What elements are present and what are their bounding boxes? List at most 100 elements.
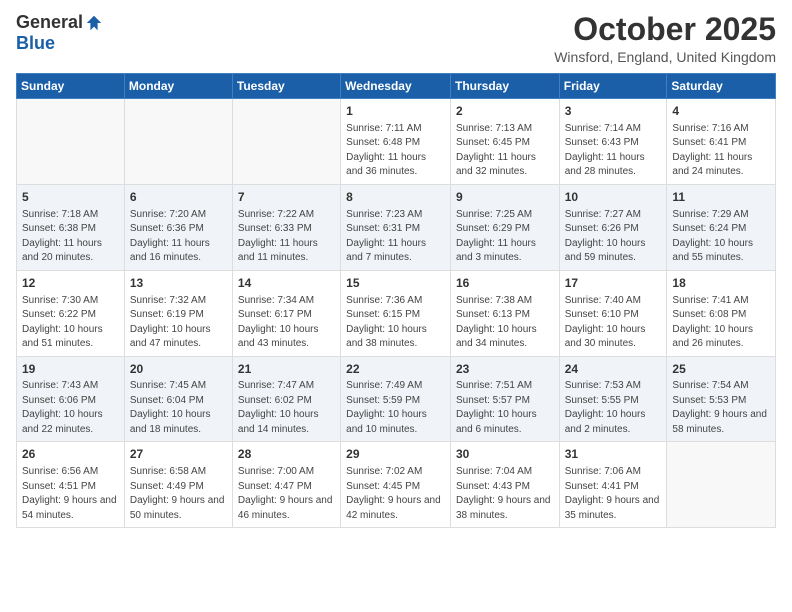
day-number: 12	[22, 275, 119, 292]
day-number: 17	[565, 275, 662, 292]
day-info: Sunrise: 7:32 AM Sunset: 6:19 PM Dayligh…	[130, 294, 227, 352]
day-cell: 4 Sunrise: 7:16 AM Sunset: 6:41 PM Daylig…	[667, 99, 776, 185]
header-friday: Friday	[559, 74, 667, 99]
day-info: Sunrise: 6:58 AM Sunset: 4:49 PM Dayligh…	[130, 465, 227, 523]
day-number: 31	[565, 446, 662, 463]
day-number: 2	[456, 103, 554, 120]
day-info: Sunrise: 7:22 AM Sunset: 6:33 PM Dayligh…	[238, 208, 335, 266]
day-cell: 23Sunrise: 7:51 AM Sunset: 5:57 PM Dayli…	[450, 356, 559, 442]
header-tuesday: Tuesday	[232, 74, 340, 99]
page: General Blue October 2025 Winsford, Engl…	[0, 0, 792, 612]
day-cell: 6 Sunrise: 7:20 AM Sunset: 6:36 PM Daylig…	[124, 184, 232, 270]
day-cell: 19Sunrise: 7:43 AM Sunset: 6:06 PM Dayli…	[17, 356, 125, 442]
header-row: Sunday Monday Tuesday Wednesday Thursday…	[17, 74, 776, 99]
day-cell: 13Sunrise: 7:32 AM Sunset: 6:19 PM Dayli…	[124, 270, 232, 356]
header-thursday: Thursday	[450, 74, 559, 99]
header-wednesday: Wednesday	[341, 74, 451, 99]
day-info: Sunrise: 7:11 AM Sunset: 6:48 PM Dayligh…	[346, 122, 445, 180]
day-number: 30	[456, 446, 554, 463]
day-cell: 14 Sunrise: 7:34 AM Sunset: 6:17 PM Dayli…	[232, 270, 340, 356]
day-cell: 24Sunrise: 7:53 AM Sunset: 5:55 PM Dayli…	[559, 356, 667, 442]
week-row-1: 1Sunrise: 7:11 AM Sunset: 6:48 PM Daylig…	[17, 99, 776, 185]
day-number: 23	[456, 361, 554, 378]
day-cell: 25Sunrise: 7:54 AM Sunset: 5:53 PM Dayli…	[667, 356, 776, 442]
day-cell: 9Sunrise: 7:25 AM Sunset: 6:29 PM Daylig…	[450, 184, 559, 270]
day-cell: 27 Sunrise: 6:58 AM Sunset: 4:49 PM Dayli…	[124, 442, 232, 528]
day-number: 28	[238, 446, 335, 463]
day-number: 14	[238, 275, 335, 292]
day-info: Sunrise: 7:27 AM Sunset: 6:26 PM Dayligh…	[565, 208, 662, 266]
day-number: 3	[565, 103, 662, 120]
day-cell: 21Sunrise: 7:47 AM Sunset: 6:02 PM Dayli…	[232, 356, 340, 442]
day-number: 16	[456, 275, 554, 292]
day-cell: 28 Sunrise: 7:00 AM Sunset: 4:47 PM Dayli…	[232, 442, 340, 528]
day-info: Sunrise: 7:20 AM Sunset: 6:36 PM Dayligh…	[130, 208, 227, 266]
day-cell	[232, 99, 340, 185]
day-number: 15	[346, 275, 445, 292]
day-info: Sunrise: 7:13 AM Sunset: 6:45 PM Dayligh…	[456, 122, 554, 180]
day-cell: 15 Sunrise: 7:36 AM Sunset: 6:15 PM Dayli…	[341, 270, 451, 356]
day-cell: 12Sunrise: 7:30 AM Sunset: 6:22 PM Dayli…	[17, 270, 125, 356]
header-saturday: Saturday	[667, 74, 776, 99]
logo: General Blue	[16, 12, 103, 54]
day-cell	[17, 99, 125, 185]
day-number: 22	[346, 361, 445, 378]
day-number: 7	[238, 189, 335, 206]
day-cell: 31Sunrise: 7:06 AM Sunset: 4:41 PM Dayli…	[559, 442, 667, 528]
day-number: 27	[130, 446, 227, 463]
day-number: 10	[565, 189, 662, 206]
day-number: 19	[22, 361, 119, 378]
day-number: 18	[672, 275, 770, 292]
week-row-2: 5 Sunrise: 7:18 AM Sunset: 6:38 PM Daylig…	[17, 184, 776, 270]
day-info: Sunrise: 7:36 AM Sunset: 6:15 PM Dayligh…	[346, 294, 445, 352]
day-number: 11	[672, 189, 770, 206]
day-cell: 26Sunrise: 6:56 AM Sunset: 4:51 PM Dayli…	[17, 442, 125, 528]
day-number: 21	[238, 361, 335, 378]
day-number: 6	[130, 189, 227, 206]
logo-general-text: General	[16, 12, 83, 33]
day-info: Sunrise: 7:18 AM Sunset: 6:38 PM Dayligh…	[22, 208, 119, 266]
day-number: 25	[672, 361, 770, 378]
week-row-4: 19Sunrise: 7:43 AM Sunset: 6:06 PM Dayli…	[17, 356, 776, 442]
day-info: Sunrise: 6:56 AM Sunset: 4:51 PM Dayligh…	[22, 465, 119, 523]
day-cell: 2 Sunrise: 7:13 AM Sunset: 6:45 PM Daylig…	[450, 99, 559, 185]
day-cell: 18Sunrise: 7:41 AM Sunset: 6:08 PM Dayli…	[667, 270, 776, 356]
day-cell: 16 Sunrise: 7:38 AM Sunset: 6:13 PM Dayli…	[450, 270, 559, 356]
day-number: 5	[22, 189, 119, 206]
day-info: Sunrise: 7:29 AM Sunset: 6:24 PM Dayligh…	[672, 208, 770, 266]
day-cell: 11 Sunrise: 7:29 AM Sunset: 6:24 PM Dayli…	[667, 184, 776, 270]
calendar: Sunday Monday Tuesday Wednesday Thursday…	[16, 73, 776, 528]
day-cell: 3Sunrise: 7:14 AM Sunset: 6:43 PM Daylig…	[559, 99, 667, 185]
day-info: Sunrise: 7:43 AM Sunset: 6:06 PM Dayligh…	[22, 379, 119, 437]
day-info: Sunrise: 7:02 AM Sunset: 4:45 PM Dayligh…	[346, 465, 445, 523]
day-cell: 30Sunrise: 7:04 AM Sunset: 4:43 PM Dayli…	[450, 442, 559, 528]
day-info: Sunrise: 7:45 AM Sunset: 6:04 PM Dayligh…	[130, 379, 227, 437]
day-info: Sunrise: 7:49 AM Sunset: 5:59 PM Dayligh…	[346, 379, 445, 437]
day-info: Sunrise: 7:25 AM Sunset: 6:29 PM Dayligh…	[456, 208, 554, 266]
day-number: 24	[565, 361, 662, 378]
header: General Blue October 2025 Winsford, Engl…	[16, 12, 776, 65]
logo-icon	[85, 14, 103, 32]
day-number: 29	[346, 446, 445, 463]
day-info: Sunrise: 7:00 AM Sunset: 4:47 PM Dayligh…	[238, 465, 335, 523]
logo-blue-text: Blue	[16, 33, 55, 54]
day-cell: 7 Sunrise: 7:22 AM Sunset: 6:33 PM Daylig…	[232, 184, 340, 270]
day-info: Sunrise: 7:40 AM Sunset: 6:10 PM Dayligh…	[565, 294, 662, 352]
day-cell: 22Sunrise: 7:49 AM Sunset: 5:59 PM Dayli…	[341, 356, 451, 442]
day-info: Sunrise: 7:54 AM Sunset: 5:53 PM Dayligh…	[672, 379, 770, 437]
day-info: Sunrise: 7:47 AM Sunset: 6:02 PM Dayligh…	[238, 379, 335, 437]
day-cell	[667, 442, 776, 528]
header-sunday: Sunday	[17, 74, 125, 99]
day-info: Sunrise: 7:38 AM Sunset: 6:13 PM Dayligh…	[456, 294, 554, 352]
day-info: Sunrise: 7:53 AM Sunset: 5:55 PM Dayligh…	[565, 379, 662, 437]
header-monday: Monday	[124, 74, 232, 99]
day-info: Sunrise: 7:16 AM Sunset: 6:41 PM Dayligh…	[672, 122, 770, 180]
day-number: 8	[346, 189, 445, 206]
day-number: 4	[672, 103, 770, 120]
day-cell: 10 Sunrise: 7:27 AM Sunset: 6:26 PM Dayli…	[559, 184, 667, 270]
month-title: October 2025	[554, 12, 776, 47]
day-cell: 5 Sunrise: 7:18 AM Sunset: 6:38 PM Daylig…	[17, 184, 125, 270]
day-info: Sunrise: 7:34 AM Sunset: 6:17 PM Dayligh…	[238, 294, 335, 352]
day-info: Sunrise: 7:23 AM Sunset: 6:31 PM Dayligh…	[346, 208, 445, 266]
day-cell	[124, 99, 232, 185]
